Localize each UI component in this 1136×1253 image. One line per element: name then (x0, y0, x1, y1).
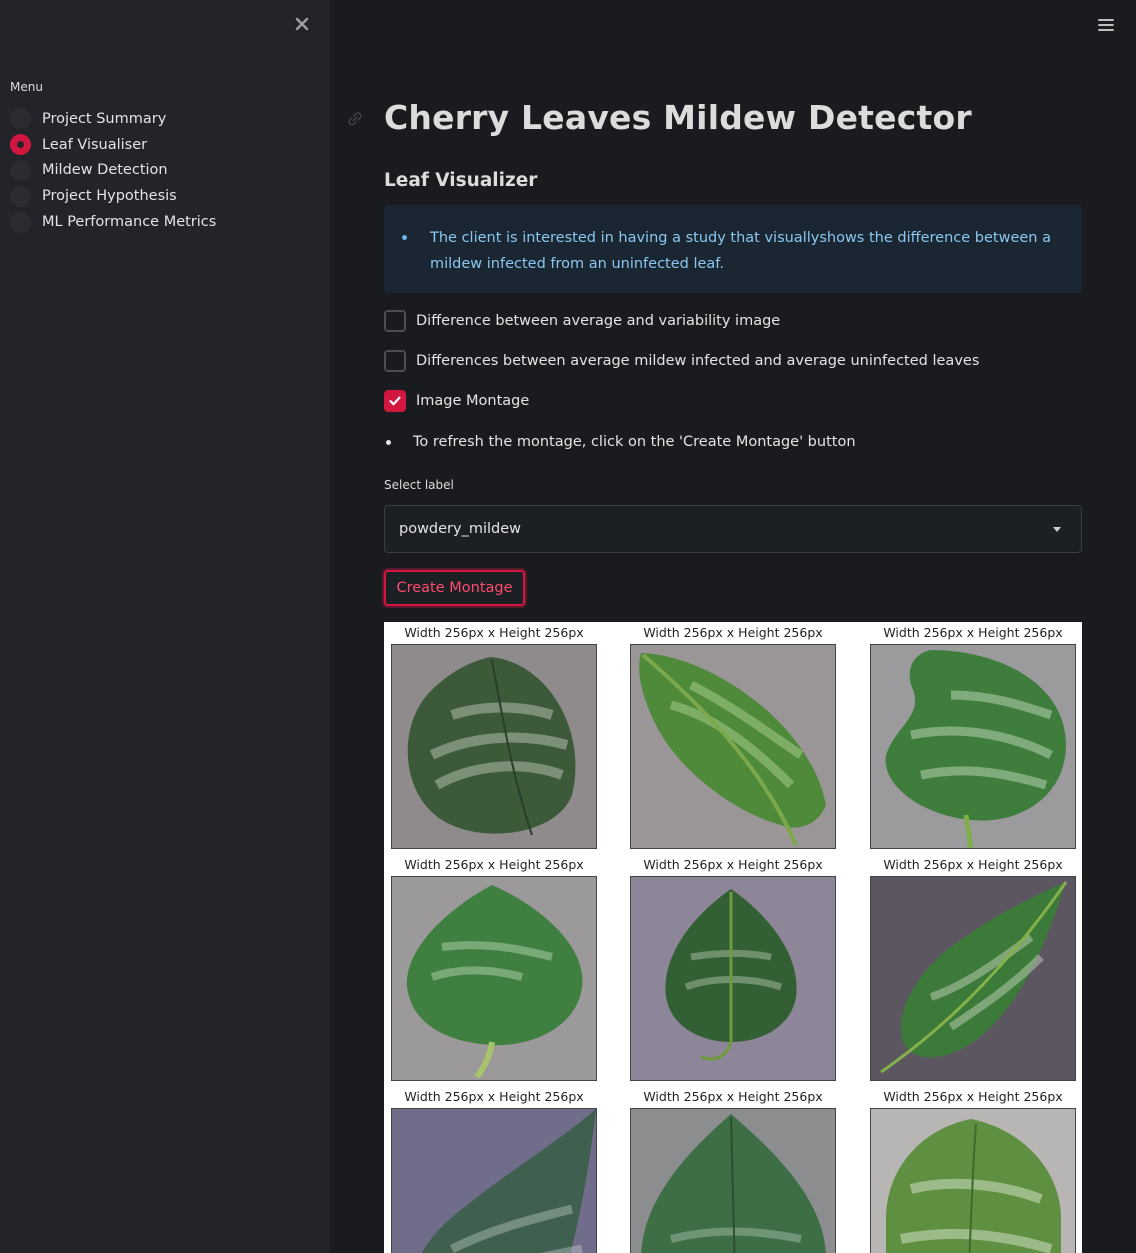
montage-cell: Width 256px x Height 256px (870, 622, 1076, 849)
montage-caption: Width 256px x Height 256px (643, 1089, 823, 1104)
leaf-image (870, 1108, 1076, 1253)
menu-title: Menu (10, 80, 43, 94)
info-alert: The client is interested in having a stu… (384, 205, 1082, 293)
montage-caption: Width 256px x Height 256px (883, 857, 1063, 872)
hamburger-menu-icon[interactable] (1094, 14, 1118, 36)
sidebar-item-project-hypothesis[interactable]: Project Hypothesis (10, 183, 216, 209)
bullet-icon (402, 235, 407, 240)
leaf-image (391, 876, 597, 1081)
radio-button[interactable] (10, 211, 31, 233)
montage-cell: Width 256px x Height 256px (391, 854, 597, 1081)
bullet-icon (386, 439, 391, 445)
radio-button-selected[interactable] (10, 134, 31, 156)
leaf-image (630, 1108, 836, 1253)
link-icon[interactable] (346, 110, 364, 128)
leaf-image (391, 1108, 597, 1253)
sidebar-item-project-summary[interactable]: Project Summary (10, 106, 216, 132)
leaf-image (630, 644, 836, 849)
montage-caption: Width 256px x Height 256px (404, 1089, 584, 1104)
check-icon (389, 396, 401, 406)
chevron-down-icon[interactable] (1053, 526, 1061, 532)
checkbox-label: Differences between average mildew infec… (416, 353, 980, 369)
info-text: The client is interested in having a stu… (430, 230, 1051, 272)
montage-hint: To refresh the montage, click on the 'Cr… (384, 434, 856, 450)
sidebar-item-mildew-detection[interactable]: Mildew Detection (10, 158, 216, 184)
section-title: Leaf Visualizer (384, 170, 538, 191)
image-montage: Width 256px x Height 256px Width 256px x… (384, 622, 1082, 1253)
montage-cell: Width 256px x Height 256px (630, 1086, 836, 1253)
sidebar-item-ml-performance-metrics[interactable]: ML Performance Metrics (10, 209, 216, 235)
radio-button[interactable] (10, 185, 31, 207)
checkbox-image-montage[interactable]: Image Montage (384, 390, 529, 412)
montage-cell: Width 256px x Height 256px (630, 622, 836, 849)
sidebar-item-leaf-visualiser[interactable]: Leaf Visualiser (10, 132, 216, 158)
app-root: Menu Project Summary Leaf Visualiser Mil… (0, 0, 1136, 1253)
leaf-image (630, 876, 836, 1081)
montage-caption: Width 256px x Height 256px (643, 857, 823, 872)
page-title: Cherry Leaves Mildew Detector (384, 98, 972, 137)
label-select[interactable]: powdery_mildew (384, 505, 1082, 553)
sidebar: Menu Project Summary Leaf Visualiser Mil… (0, 0, 330, 1253)
montage-caption: Width 256px x Height 256px (404, 625, 584, 640)
create-montage-button[interactable]: Create Montage (384, 570, 525, 606)
montage-caption: Width 256px x Height 256px (883, 625, 1063, 640)
leaf-image (391, 644, 597, 849)
close-icon[interactable] (290, 12, 314, 36)
checkbox-differences-average[interactable]: Differences between average mildew infec… (384, 350, 979, 372)
select-value: powdery_mildew (399, 521, 522, 537)
montage-caption: Width 256px x Height 256px (404, 857, 584, 872)
montage-caption: Width 256px x Height 256px (883, 1089, 1063, 1104)
montage-cell: Width 256px x Height 256px (391, 622, 597, 849)
checkbox-box-checked[interactable] (384, 390, 406, 412)
montage-cell: Width 256px x Height 256px (391, 1086, 597, 1253)
montage-cell: Width 256px x Height 256px (870, 1086, 1076, 1253)
montage-cell: Width 256px x Height 256px (870, 854, 1076, 1081)
checkbox-label: Difference between average and variabili… (416, 313, 781, 329)
menu-radio-group: Project Summary Leaf Visualiser Mildew D… (10, 106, 216, 235)
radio-button[interactable] (10, 108, 31, 130)
sidebar-item-label: ML Performance Metrics (42, 214, 217, 231)
checkbox-average-variability[interactable]: Difference between average and variabili… (384, 310, 780, 332)
sidebar-item-label: Project Summary (42, 110, 167, 127)
checkbox-box[interactable] (384, 310, 406, 332)
leaf-image (870, 644, 1076, 849)
checkbox-box[interactable] (384, 350, 406, 372)
montage-caption: Width 256px x Height 256px (643, 625, 823, 640)
select-label: Select label (384, 478, 454, 492)
leaf-image (870, 876, 1076, 1081)
montage-hint-text: To refresh the montage, click on the 'Cr… (413, 434, 856, 450)
sidebar-item-label: Mildew Detection (42, 162, 168, 179)
montage-cell: Width 256px x Height 256px (630, 854, 836, 1081)
radio-button[interactable] (10, 159, 31, 181)
sidebar-item-label: Project Hypothesis (42, 188, 177, 205)
sidebar-item-label: Leaf Visualiser (42, 136, 148, 153)
checkbox-label: Image Montage (416, 393, 530, 409)
